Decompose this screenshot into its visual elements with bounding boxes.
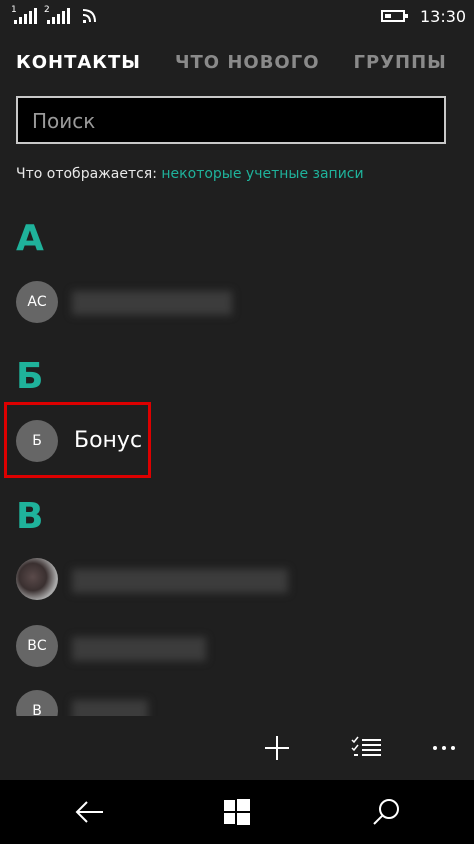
- avatar: АС: [16, 281, 58, 323]
- tab-contacts[interactable]: КОНТАКТЫ: [16, 52, 141, 73]
- tab-whats-new[interactable]: ЧТО НОВОГО: [175, 52, 320, 73]
- signal-sim1-icon: 1: [11, 5, 37, 24]
- back-icon[interactable]: [70, 794, 110, 830]
- search-placeholder: Поиск: [32, 109, 96, 133]
- signal-sim2-icon: 2: [44, 5, 70, 24]
- wifi-icon: [82, 6, 98, 28]
- showing-filter: Что отображается: некоторые учетные запи…: [16, 166, 364, 182]
- group-header-v[interactable]: В: [16, 496, 43, 537]
- tab-groups[interactable]: ГРУППЫ: [354, 52, 447, 73]
- group-header-b[interactable]: Б: [16, 356, 43, 397]
- search-icon[interactable]: [366, 794, 406, 830]
- status-time: 13:30: [420, 7, 467, 26]
- search-input[interactable]: Поиск: [16, 96, 446, 144]
- select-list-icon[interactable]: [348, 730, 384, 766]
- avatar-photo: [16, 558, 58, 600]
- status-bar: 1 2 13:30: [0, 0, 474, 34]
- pivot-tabs: КОНТАКТЫ ЧТО НОВОГО ГРУППЫ: [16, 52, 474, 73]
- showing-accounts-link[interactable]: некоторые учетные записи: [161, 166, 363, 182]
- windows-start-icon[interactable]: [217, 794, 257, 830]
- battery-icon: [381, 10, 408, 22]
- blurred-contact-name: [72, 291, 232, 315]
- avatar: ВС: [16, 625, 58, 667]
- more-icon[interactable]: [426, 730, 462, 766]
- blurred-contact-name: [72, 569, 288, 593]
- navigation-bar: [0, 780, 474, 844]
- highlight-box: [4, 402, 151, 478]
- blurred-contact-name: [72, 637, 206, 661]
- add-icon[interactable]: [259, 730, 295, 766]
- group-header-a[interactable]: А: [16, 218, 44, 259]
- showing-label: Что отображается:: [16, 166, 157, 182]
- app-bar: [0, 716, 474, 780]
